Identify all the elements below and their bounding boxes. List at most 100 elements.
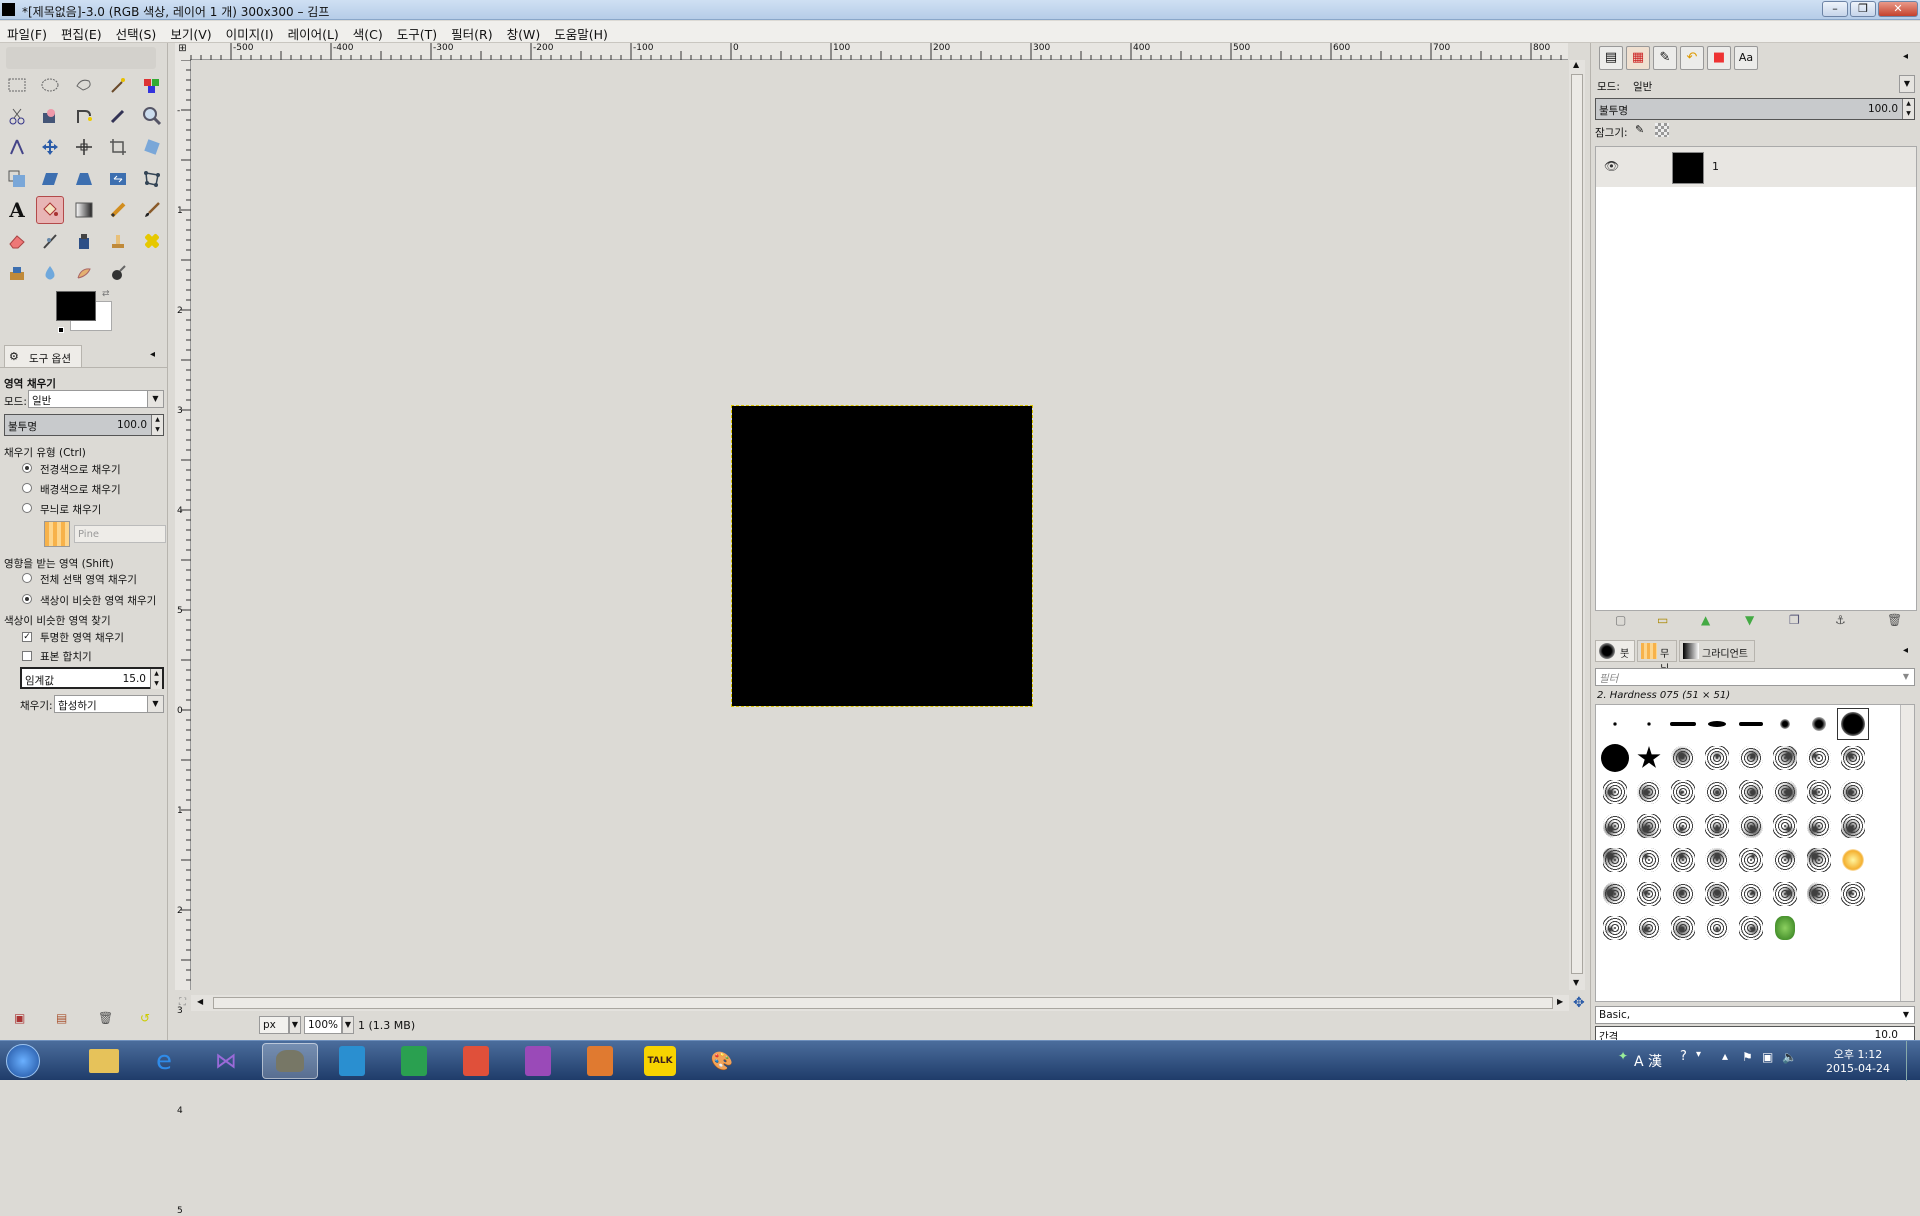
brush-thumbnail[interactable] [1702,879,1732,909]
brush-thumbnail[interactable] [1770,777,1800,807]
taskbar-hanpdf-icon[interactable] [510,1043,566,1079]
menu-layer[interactable]: 레이어(L) [281,21,346,42]
brush-thumbnail[interactable] [1668,743,1698,773]
undo-history-tab-icon[interactable]: ↶ [1680,46,1704,70]
reset-options-icon[interactable]: ↺ [140,1011,150,1025]
gradients-tab[interactable]: 그라디언트 [1679,640,1755,662]
menu-tools[interactable]: 도구(T) [390,21,444,42]
scissors-select-icon[interactable] [3,102,31,130]
brush-preset-select[interactable]: Basic, ▼ [1595,1006,1915,1024]
brush-thumbnail[interactable] [1600,845,1630,875]
chevron-down-icon[interactable]: ▼ [342,1016,354,1034]
menu-select[interactable]: 선택(S) [109,21,164,42]
network-icon[interactable]: ▣ [1762,1050,1773,1064]
scroll-up-icon[interactable]: ▲ [1573,60,1579,69]
horizontal-scrollbar[interactable]: ◀ ▶ [191,995,1569,1011]
taskbar-gimp-icon[interactable] [262,1043,318,1079]
foreground-color-swatch[interactable] [56,291,96,321]
brush-thumbnail[interactable] [1837,708,1869,740]
brush-thumbnail[interactable] [1804,777,1834,807]
lock-alpha-icon[interactable] [1655,123,1669,137]
menu-help[interactable]: 도움말(H) [547,21,615,42]
shear-icon[interactable] [36,165,64,193]
zoom-select[interactable]: 100% [304,1016,342,1034]
perspective-clone-icon[interactable] [3,259,31,287]
lower-layer-icon[interactable]: ▼ [1745,613,1754,627]
brush-thumbnail[interactable] [1668,879,1698,909]
scale-icon[interactable] [3,165,31,193]
scroll-down-icon[interactable]: ▼ [1573,978,1579,987]
scroll-left-icon[interactable]: ◀ [197,997,203,1006]
fill-pattern-radio[interactable] [22,503,32,513]
chevron-down-icon[interactable]: ▼ [289,1016,301,1034]
brush-thumbnail[interactable] [1634,743,1664,773]
image-layer-black[interactable] [731,405,1033,707]
brush-grid[interactable] [1595,704,1915,1002]
move-icon[interactable] [36,133,64,161]
brush-thumbnail[interactable] [1770,709,1800,739]
fuzzy-select-icon[interactable] [104,71,132,99]
minimize-button[interactable]: – [1822,1,1848,17]
layer-opacity-slider[interactable]: 불투명 100.0 ▲ ▼ [1595,98,1915,120]
delete-layer-icon[interactable]: 🗑 [1887,613,1902,627]
opacity-spin-icon[interactable]: ▲ ▼ [151,415,163,435]
smudge-icon[interactable] [70,259,98,287]
layer-opacity-spin-icon[interactable]: ▲ ▼ [1902,99,1914,119]
clone-icon[interactable] [104,227,132,255]
new-layer-group-icon[interactable]: ▭ [1657,613,1668,627]
brush-thumbnail[interactable] [1838,879,1868,909]
eye-icon[interactable]: 👁 [1604,159,1619,173]
tray-shield-icon[interactable]: ✦ [1618,1049,1628,1063]
eraser-icon[interactable] [3,227,31,255]
anchor-layer-icon[interactable]: ⚓ [1835,613,1846,627]
brush-thumbnail[interactable] [1600,709,1630,739]
volume-icon[interactable]: 🔈 [1782,1050,1797,1064]
fonts-tab-icon[interactable]: Aa [1734,46,1758,70]
ime-indicator[interactable]: A 漢 [1634,1051,1662,1071]
bucket-fill-icon[interactable] [36,196,64,224]
brush-thumbnail[interactable] [1600,913,1630,943]
maximize-button[interactable]: ❐ [1850,1,1876,17]
restore-options-icon[interactable]: ▤ [56,1011,67,1025]
new-layer-icon[interactable]: ▢ [1615,613,1626,627]
brush-filter-input[interactable]: 필터 ▼ [1595,668,1915,686]
brush-thumbnail[interactable] [1770,879,1800,909]
rect-select-icon[interactable] [3,71,31,99]
tool-options-tab[interactable]: ⚙ 도구 옵션 [4,345,82,367]
brush-thumbnail[interactable] [1838,811,1868,841]
brush-thumbnail[interactable] [1668,777,1698,807]
color-picker-icon[interactable] [104,102,132,130]
clock-time[interactable]: 오후 1:12 [1826,1046,1890,1062]
fill-by-select[interactable]: 합성하기 ▼ [54,695,164,713]
tray-arrow-icon[interactable]: ▾ [1696,1049,1701,1060]
unit-select[interactable]: px [259,1016,289,1034]
affected-all-radio[interactable] [22,573,32,583]
threshold-spin-icon[interactable]: ▲ ▼ [150,669,162,689]
delete-options-icon[interactable]: 🗑 [98,1011,113,1025]
threshold-slider[interactable]: 임계값 15.0 ▲ ▼ [20,667,164,689]
brush-thumbnail[interactable] [1702,845,1732,875]
lock-pixels-icon[interactable]: ✎ [1635,123,1644,136]
panel-menu-icon[interactable]: ◂ [150,349,155,360]
swap-colors-icon[interactable]: ⇄ [102,289,110,299]
brush-thumbnail[interactable] [1634,879,1664,909]
brush-thumbnail[interactable] [1702,709,1732,739]
layers-tab-icon[interactable]: ▤ [1599,46,1623,70]
patterns-tab[interactable]: 무늬 [1637,640,1677,675]
brush-dock-menu-icon[interactable]: ◂ [1903,645,1908,656]
help-tray-icon[interactable]: ? [1680,1049,1687,1064]
chevron-down-icon[interactable]: ▼ [1899,75,1915,93]
pattern-preview[interactable] [44,521,70,547]
show-hidden-icons-icon[interactable]: ▴ [1722,1049,1728,1063]
paths-tab-icon[interactable]: ✎ [1653,46,1677,70]
brush-thumbnail[interactable] [1770,811,1800,841]
horizontal-scroll-thumb[interactable] [213,997,1553,1009]
brush-thumbnail[interactable] [1770,913,1800,943]
save-options-icon[interactable]: ▣ [14,1011,25,1025]
brush-thumbnail[interactable] [1736,709,1766,739]
channels-tab-icon[interactable]: ▦ [1626,46,1650,70]
fill-transparent-checkbox[interactable]: ✓ [22,632,32,642]
brush-thumbnail[interactable] [1668,811,1698,841]
clock-date[interactable]: 2015-04-24 [1818,1062,1898,1075]
menu-windows[interactable]: 창(W) [500,21,548,42]
